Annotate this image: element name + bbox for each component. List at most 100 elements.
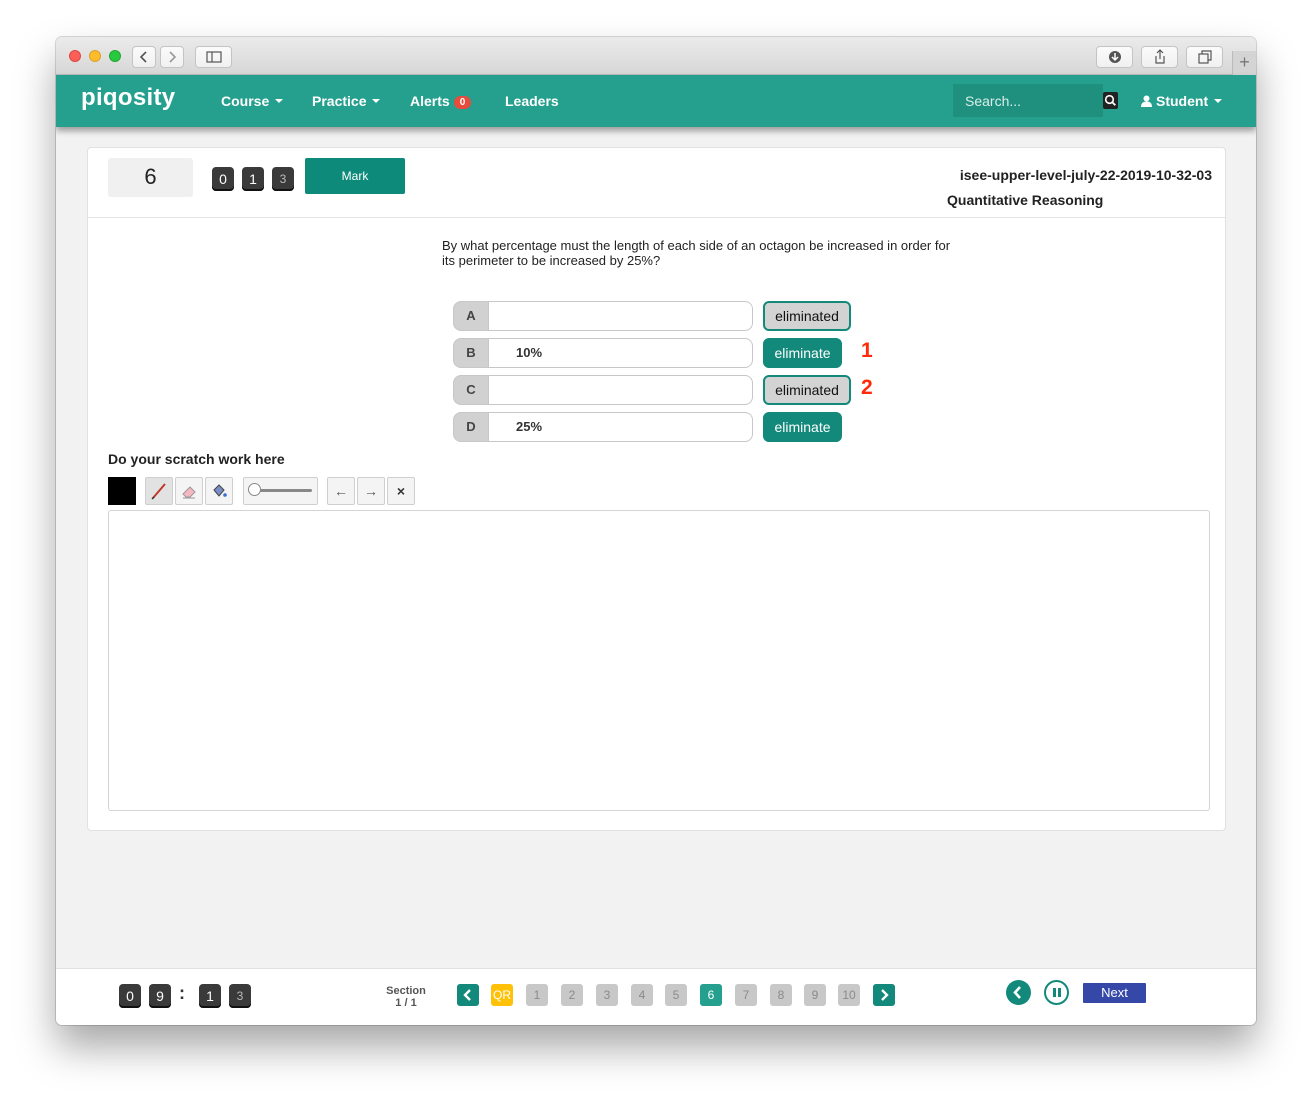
choice-text[interactable]: 10% xyxy=(488,338,753,368)
pencil-icon xyxy=(151,483,166,500)
paint-bucket-icon xyxy=(213,484,227,497)
question-header: 6 0 1 3 Mark isee-upper-level-july-22-20… xyxy=(88,148,1225,218)
eliminate-button-c[interactable]: eliminated xyxy=(763,375,851,405)
caret-down-icon xyxy=(1214,99,1223,103)
color-picker[interactable] xyxy=(108,477,136,505)
site-navbar: piqosity Course Practice Alerts 0 Leaders… xyxy=(56,75,1256,127)
choice-text[interactable]: 25% xyxy=(488,412,753,442)
page-6[interactable]: 6 xyxy=(700,984,722,1006)
eliminate-button-b[interactable]: eliminate xyxy=(763,338,842,368)
page-2[interactable]: 2 xyxy=(561,984,583,1006)
annotation-1: 1 xyxy=(861,339,873,362)
section-name: Quantitative Reasoning xyxy=(947,192,1104,208)
chevron-right-icon xyxy=(169,51,177,63)
downloads-button[interactable] xyxy=(1096,46,1133,68)
new-tab-button[interactable]: + xyxy=(1232,51,1256,75)
chevron-right-icon xyxy=(881,989,889,1001)
section-value: 1 / 1 xyxy=(395,997,417,1009)
section-indicator: Section 1 / 1 xyxy=(378,985,434,1009)
answer-choice-a[interactable]: A xyxy=(453,301,753,331)
section-timer-digit: 9 xyxy=(149,984,171,1008)
choice-letter: B xyxy=(453,338,489,368)
section-timer-digit: 3 xyxy=(229,984,251,1008)
question-timer-digit: 0 xyxy=(212,167,234,191)
eliminate-button-d[interactable]: eliminate xyxy=(763,412,842,442)
share-button[interactable] xyxy=(1141,46,1178,68)
zoom-window-button[interactable] xyxy=(109,50,121,62)
scratch-canvas[interactable] xyxy=(108,510,1210,811)
back-button[interactable] xyxy=(132,46,156,68)
page-5[interactable]: 5 xyxy=(665,984,687,1006)
eraser-tool[interactable] xyxy=(175,477,203,505)
question-timer-digit: 1 xyxy=(242,167,264,191)
section-timer-digit: 1 xyxy=(199,984,221,1008)
choice-letter: D xyxy=(453,412,489,442)
page-9[interactable]: 9 xyxy=(804,984,826,1006)
alerts-count-badge: 0 xyxy=(453,96,472,109)
brush-size-slider[interactable] xyxy=(243,477,318,505)
next-page-button[interactable] xyxy=(873,984,895,1006)
scratch-work-label: Do your scratch work here xyxy=(108,451,285,467)
chevron-left-icon xyxy=(463,989,471,1001)
choice-text[interactable] xyxy=(488,301,753,331)
search-button[interactable] xyxy=(1103,92,1118,109)
page-qr[interactable]: QR xyxy=(491,984,513,1006)
pause-icon xyxy=(1058,988,1061,997)
nav-leaders[interactable]: Leaders xyxy=(505,93,559,109)
download-icon xyxy=(1108,51,1121,63)
user-menu[interactable]: Student xyxy=(1141,93,1223,109)
chevron-left-icon xyxy=(1013,986,1021,999)
sidebar-icon xyxy=(205,51,222,63)
page-8[interactable]: 8 xyxy=(770,984,792,1006)
undo-button[interactable]: ← xyxy=(327,477,355,505)
close-window-button[interactable] xyxy=(69,50,81,62)
slider-thumb[interactable] xyxy=(248,483,261,496)
eraser-icon xyxy=(182,486,196,499)
sidebar-toggle-button[interactable] xyxy=(195,46,232,68)
timer-separator: : xyxy=(179,983,185,1003)
search-input[interactable] xyxy=(953,84,1103,117)
browser-window: + piqosity Course Practice Alerts 0 Leade… xyxy=(56,37,1256,1025)
nav-alerts[interactable]: Alerts 0 xyxy=(410,93,472,109)
redo-button[interactable]: → xyxy=(357,477,385,505)
page-4[interactable]: 4 xyxy=(631,984,653,1006)
caret-down-icon xyxy=(372,99,381,103)
answer-choice-c[interactable]: C xyxy=(453,375,753,405)
nav-practice-menu[interactable]: Practice xyxy=(312,93,381,109)
answer-choice-b[interactable]: B 10% xyxy=(453,338,753,368)
brand-logo[interactable]: piqosity xyxy=(81,84,175,112)
choice-text[interactable] xyxy=(488,375,753,405)
page-7[interactable]: 7 xyxy=(735,984,757,1006)
prev-page-button[interactable] xyxy=(457,984,479,1006)
slider-track xyxy=(254,489,312,492)
answer-choice-d[interactable]: D 25% xyxy=(453,412,753,442)
next-button[interactable]: Next xyxy=(1083,983,1146,1003)
minimize-window-button[interactable] xyxy=(89,50,101,62)
forward-button[interactable] xyxy=(160,46,184,68)
annotation-2: 2 xyxy=(861,376,873,399)
browser-toolbar: + xyxy=(56,37,1256,75)
fill-tool[interactable] xyxy=(205,477,233,505)
user-icon xyxy=(1141,95,1152,107)
mark-button[interactable]: Mark xyxy=(305,158,405,194)
page-10[interactable]: 10 xyxy=(838,984,860,1006)
question-text: By what percentage must the length of ea… xyxy=(442,238,951,268)
previous-question-button[interactable] xyxy=(1006,980,1031,1005)
test-name: isee-upper-level-july-22-2019-10-32-03 xyxy=(959,167,1212,183)
page-3[interactable]: 3 xyxy=(596,984,618,1006)
eliminate-button-a[interactable]: eliminated xyxy=(763,301,851,331)
section-label: Section xyxy=(386,985,426,997)
pause-button[interactable] xyxy=(1044,980,1069,1005)
page-1[interactable]: 1 xyxy=(526,984,548,1006)
choice-letter: C xyxy=(453,375,489,405)
share-icon xyxy=(1154,49,1165,64)
clear-canvas-button[interactable]: × xyxy=(387,477,415,505)
pause-icon xyxy=(1053,988,1056,997)
chevron-left-icon xyxy=(139,51,147,63)
nav-course-menu[interactable]: Course xyxy=(221,93,284,109)
pencil-tool[interactable] xyxy=(145,477,173,505)
caret-down-icon xyxy=(275,99,284,103)
question-number: 6 xyxy=(108,158,193,197)
question-card: 6 0 1 3 Mark isee-upper-level-july-22-20… xyxy=(87,147,1226,831)
tabs-overview-button[interactable] xyxy=(1186,46,1223,68)
